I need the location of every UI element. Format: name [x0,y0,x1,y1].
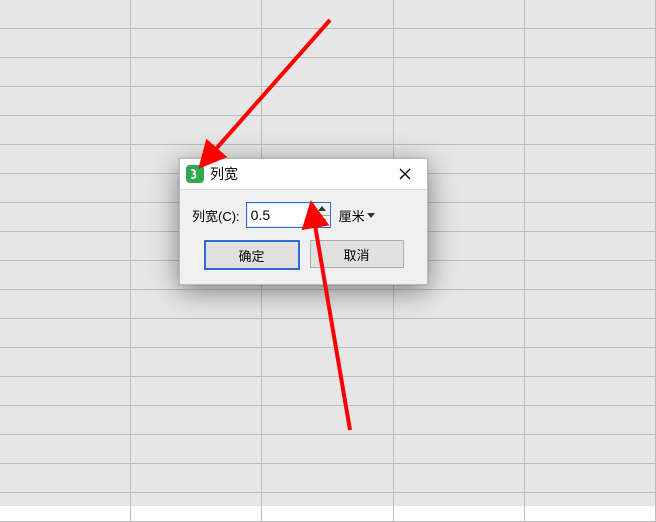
spreadsheet-cell[interactable] [131,348,262,376]
spreadsheet-cell[interactable] [394,377,525,405]
spreadsheet-cell[interactable] [0,203,131,231]
spreadsheet-cell[interactable] [525,116,656,144]
spreadsheet-cell[interactable] [525,435,656,463]
ok-button[interactable]: 确定 [204,240,300,270]
spreadsheet-cell[interactable] [262,406,393,434]
close-button[interactable] [385,160,425,188]
spreadsheet-cell[interactable] [525,464,656,492]
spreadsheet-cell[interactable] [0,377,131,405]
spreadsheet-cell[interactable] [394,435,525,463]
spreadsheet-cell[interactable] [262,290,393,318]
spreadsheet-cell[interactable] [0,348,131,376]
spreadsheet-cell[interactable] [0,145,131,173]
spreadsheet-cell[interactable] [0,116,131,144]
spreadsheet-cell[interactable] [262,29,393,57]
spreadsheet-cell[interactable] [0,261,131,289]
spreadsheet-cell[interactable] [525,319,656,347]
spreadsheet-cell[interactable] [525,348,656,376]
spin-up-button[interactable] [314,203,330,215]
spreadsheet-cell[interactable] [394,116,525,144]
ok-button-label: 确定 [238,246,264,265]
spreadsheet-cell[interactable] [131,493,262,521]
spreadsheet-cell[interactable] [525,29,656,57]
spreadsheet-cell[interactable] [525,261,656,289]
spreadsheet-cell[interactable] [394,464,525,492]
spreadsheet-cell[interactable] [262,493,393,521]
spin-down-button[interactable] [314,215,330,228]
spreadsheet-cell[interactable] [525,377,656,405]
spreadsheet-cell[interactable] [0,174,131,202]
unit-label: 厘米 [339,206,365,225]
column-width-input[interactable] [247,203,313,227]
spreadsheet-cell[interactable] [262,464,393,492]
spreadsheet-cell[interactable] [131,290,262,318]
spreadsheet-cell[interactable] [525,145,656,173]
spreadsheet-cell[interactable] [0,87,131,115]
spreadsheet-cell[interactable] [262,116,393,144]
column-width-spinner[interactable] [246,202,331,228]
spreadsheet-cell[interactable] [262,319,393,347]
spreadsheet-cell[interactable] [0,29,131,57]
spreadsheet-cell[interactable] [131,58,262,86]
dialog-title: 列宽 [210,164,385,184]
spreadsheet-cell[interactable] [131,406,262,434]
spreadsheet-cell[interactable] [262,58,393,86]
chevron-down-icon [318,219,326,224]
spreadsheet-cell[interactable] [262,435,393,463]
spreadsheet-cell[interactable] [394,87,525,115]
spreadsheet-cell[interactable] [525,87,656,115]
spreadsheet-cell[interactable] [394,0,525,28]
spreadsheet-cell[interactable] [394,29,525,57]
spreadsheet-cell[interactable] [0,290,131,318]
spreadsheet-cell[interactable] [394,319,525,347]
spreadsheet-cell[interactable] [0,232,131,260]
dialog-button-row: 确定 取消 [180,232,427,284]
spreadsheet-cell[interactable] [131,87,262,115]
spreadsheet-cell[interactable] [394,58,525,86]
spreadsheet-cell[interactable] [394,406,525,434]
spreadsheet-cell[interactable] [131,319,262,347]
spreadsheet-cell[interactable] [262,377,393,405]
spreadsheet-cell[interactable] [525,406,656,434]
spinner-buttons [313,203,330,227]
spreadsheet-cell[interactable] [0,406,131,434]
spreadsheet-cell[interactable] [131,464,262,492]
spreadsheet-cell[interactable] [525,58,656,86]
dialog-body: 列宽(C): 厘米 [180,190,427,232]
close-icon [399,168,411,180]
spreadsheet-cell[interactable] [131,29,262,57]
spreadsheet-cell[interactable] [0,58,131,86]
cancel-button[interactable]: 取消 [310,240,404,268]
spreadsheet-cell[interactable] [525,174,656,202]
spreadsheet-cell[interactable] [0,464,131,492]
spreadsheet-cell[interactable] [0,493,131,521]
spreadsheet-app-icon [186,165,204,183]
spreadsheet-cell[interactable] [262,0,393,28]
column-width-dialog: 列宽 列宽(C): [179,158,428,285]
spreadsheet-cell[interactable] [262,348,393,376]
spreadsheet-cell[interactable] [0,435,131,463]
spreadsheet-cell[interactable] [0,319,131,347]
spreadsheet-cell[interactable] [131,435,262,463]
spreadsheet-cell[interactable] [525,0,656,28]
spreadsheet-cell[interactable] [394,348,525,376]
spreadsheet-cell[interactable] [0,0,131,28]
column-width-label: 列宽(C): [192,206,240,225]
chevron-up-icon [318,206,326,211]
unit-dropdown[interactable]: 厘米 [337,206,377,225]
chevron-down-icon [367,213,375,218]
spreadsheet-cell[interactable] [525,493,656,521]
dialog-titlebar[interactable]: 列宽 [180,159,427,190]
spreadsheet-cell[interactable] [394,290,525,318]
spreadsheet-cell[interactable] [262,87,393,115]
spreadsheet-cell[interactable] [525,290,656,318]
spreadsheet-cell[interactable] [525,232,656,260]
spreadsheet-cell[interactable] [131,116,262,144]
spreadsheet-cell[interactable] [525,203,656,231]
cancel-button-label: 取消 [343,245,369,264]
spreadsheet-cell[interactable] [131,377,262,405]
spreadsheet-cell[interactable] [131,0,262,28]
spreadsheet-cell[interactable] [394,493,525,521]
